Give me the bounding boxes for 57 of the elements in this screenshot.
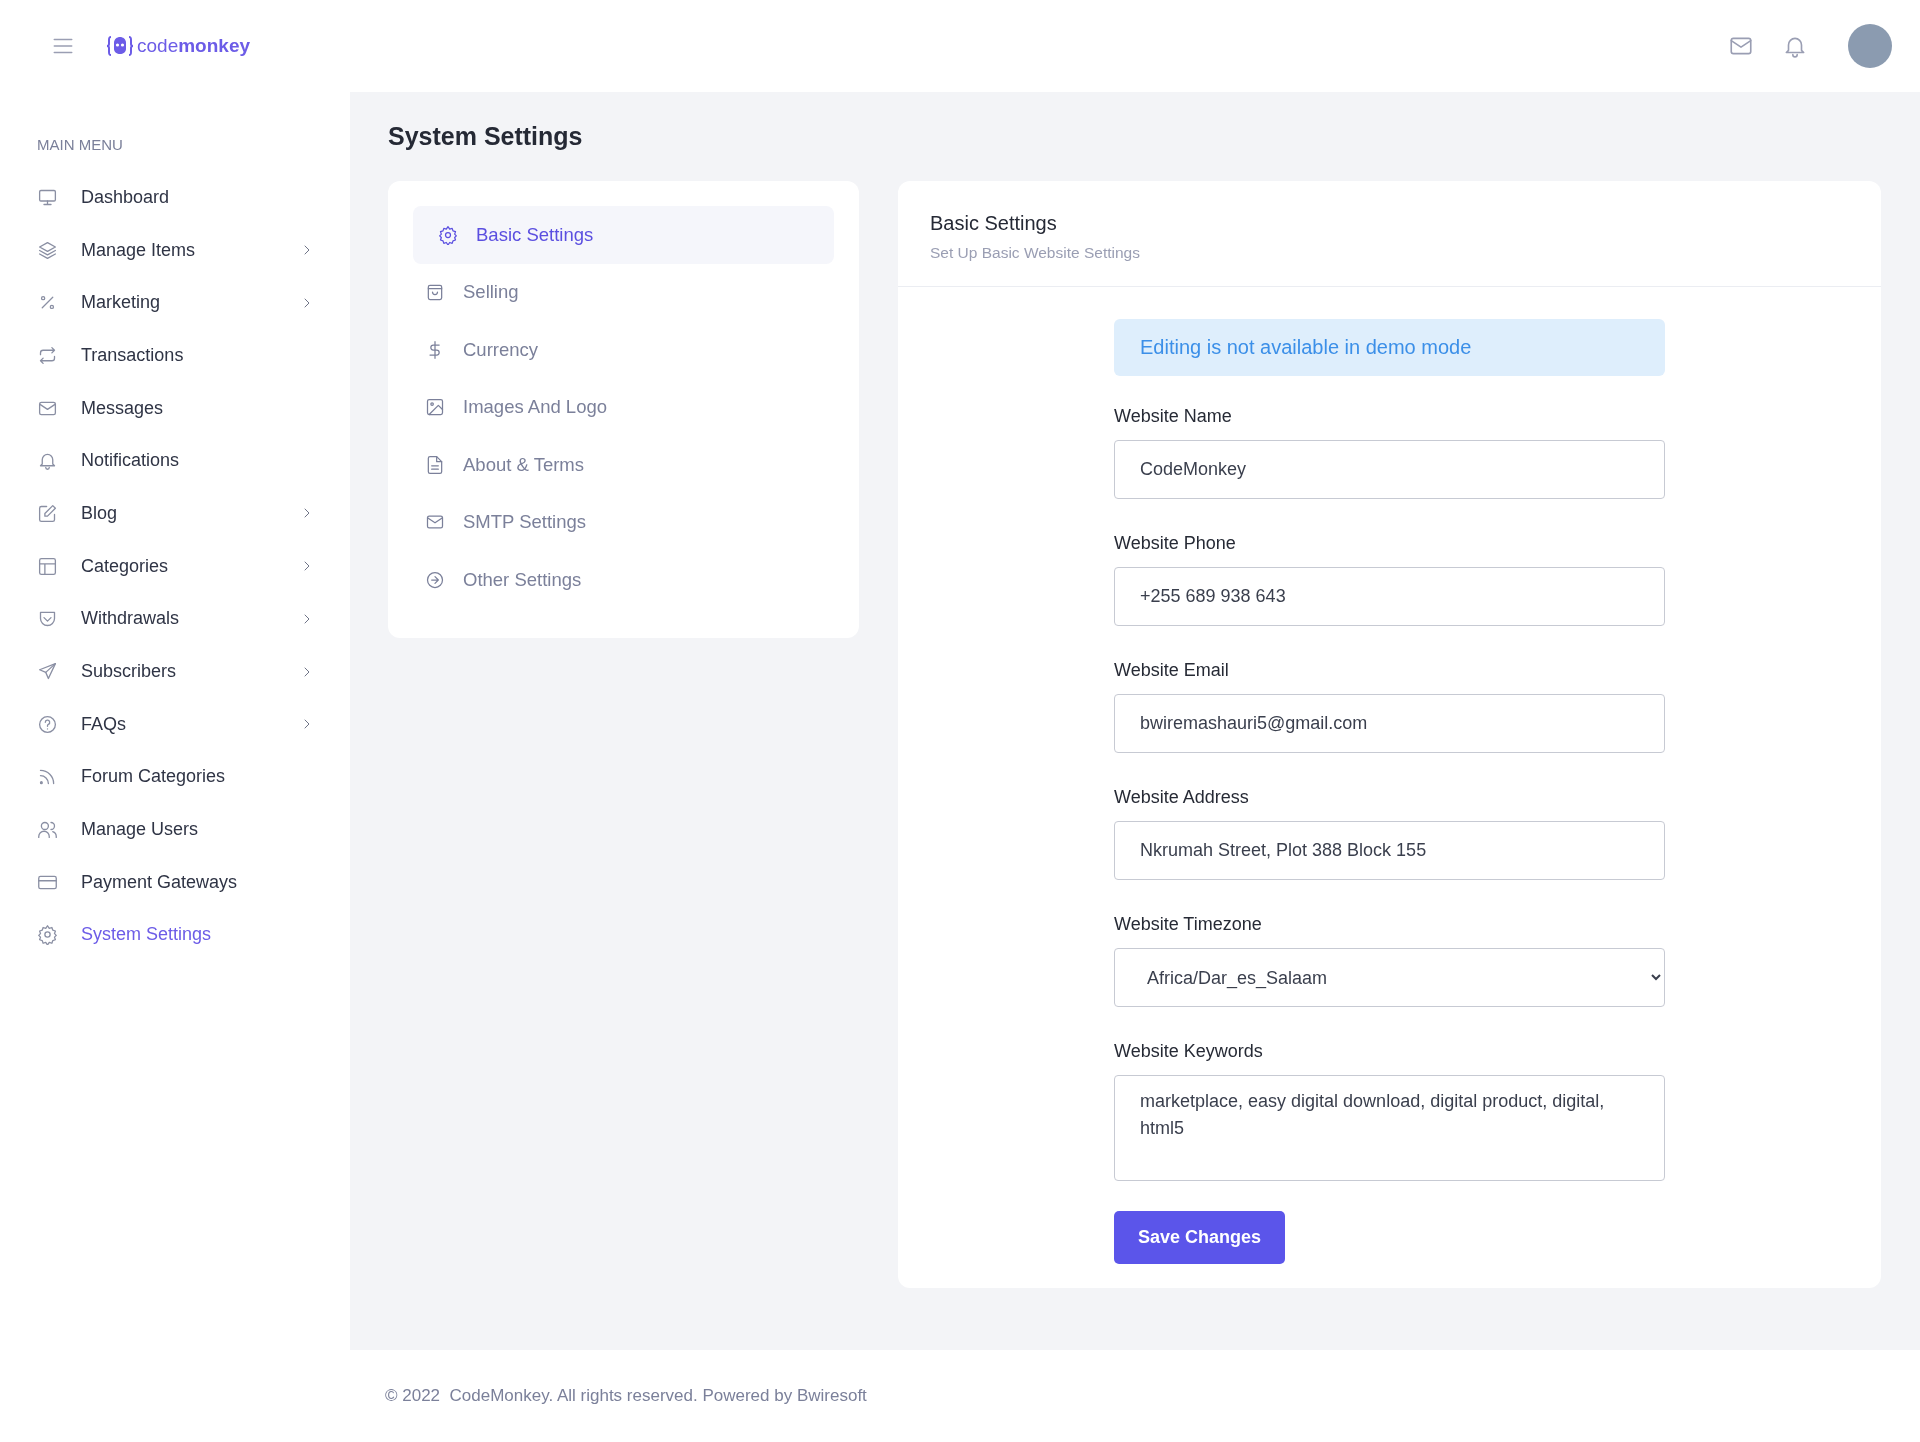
- users-icon: [37, 819, 58, 841]
- input-field[interactable]: bwiremashauri5@gmail.com: [1114, 694, 1665, 753]
- field-label: Website Keywords: [1114, 1041, 1264, 1062]
- textarea-field[interactable]: marketplace, easy digital download, digital product, digital, html5: [1114, 1075, 1665, 1181]
- sidebar-item[interactable]: Messages: [37, 381, 315, 435]
- page-title: System Settings: [388, 122, 584, 151]
- edit-icon: [37, 502, 58, 524]
- sidebar-item[interactable]: Withdrawals: [37, 592, 315, 646]
- settings-menu-item[interactable]: Selling: [413, 263, 834, 321]
- sidebar-item[interactable]: Transactions: [37, 329, 315, 382]
- sidebar-item[interactable]: Manage Items: [37, 223, 315, 277]
- field-label: Website Email: [1114, 660, 1230, 681]
- sidebar-item[interactable]: FAQs: [37, 697, 315, 751]
- field-label: Website Name: [1114, 406, 1233, 427]
- sidebar-item[interactable]: Forum Categories: [37, 750, 315, 804]
- settings-menu-item[interactable]: Basic Settings: [413, 206, 834, 264]
- sidebar-item[interactable]: Subscribers: [37, 645, 315, 698]
- gear-icon: [37, 924, 58, 946]
- image-icon: [425, 397, 445, 418]
- sidebar-item[interactable]: Blog: [37, 487, 315, 540]
- sidebar-item[interactable]: Manage Users: [37, 803, 315, 856]
- save-button[interactable]: Save Changes: [1114, 1211, 1286, 1264]
- sidebar-item[interactable]: Payment Gateways: [37, 855, 315, 909]
- settings-menu-item[interactable]: Other Settings: [413, 551, 834, 609]
- field-label: Website Timezone: [1114, 914, 1263, 935]
- sidebar-item[interactable]: Dashboard: [37, 171, 315, 224]
- field-label: Website Address: [1114, 787, 1250, 808]
- menu-heading: MAIN MENU: [37, 136, 124, 153]
- logo-text[interactable]: codemonkey: [137, 35, 250, 57]
- select-field[interactable]: Africa/Dar_es_Salaam: [1114, 948, 1665, 1007]
- document-icon: [425, 454, 445, 475]
- layers-icon: [37, 239, 58, 261]
- settings-menu-item[interactable]: SMTP Settings: [413, 493, 834, 551]
- repeat-icon: [37, 344, 58, 366]
- sidebar-item[interactable]: Notifications: [37, 434, 315, 488]
- copyright-text: © 2022 CodeMonkey. All rights reserved. Powered by Bwiresoft: [385, 1386, 867, 1406]
- settings-menu-item[interactable]: Currency: [413, 321, 834, 379]
- sidebar-item[interactable]: Categories: [37, 539, 315, 593]
- sidebar-item[interactable]: System Settings: [37, 908, 315, 962]
- settings-menu-item[interactable]: About & Terms: [413, 436, 834, 494]
- arrow-circle-icon: [425, 569, 445, 590]
- footer-link[interactable]: Bwiresoft: [796, 1386, 867, 1405]
- input-field[interactable]: Nkrumah Street, Plot 388 Block 155: [1114, 821, 1665, 880]
- input-field[interactable]: CodeMonkey: [1114, 440, 1665, 499]
- panel-title: Basic Settings: [930, 212, 1058, 235]
- sidebar-item[interactable]: Marketing: [37, 276, 315, 330]
- input-field[interactable]: +255 689 938 643: [1114, 567, 1665, 626]
- panel-subtitle: Set Up Basic Website Settings: [930, 244, 1141, 262]
- field-label: Website Phone: [1114, 533, 1237, 554]
- layout-icon: [37, 555, 58, 577]
- help-icon: [37, 713, 58, 735]
- shopping-bag-icon: [425, 282, 445, 303]
- settings-menu-item[interactable]: Images And Logo: [413, 378, 834, 436]
- gear-icon: [438, 224, 458, 245]
- avatar[interactable]: [1848, 24, 1892, 68]
- info-alert: Editing is not available in demo mode: [1114, 319, 1665, 376]
- logo-icon: [106, 34, 134, 58]
